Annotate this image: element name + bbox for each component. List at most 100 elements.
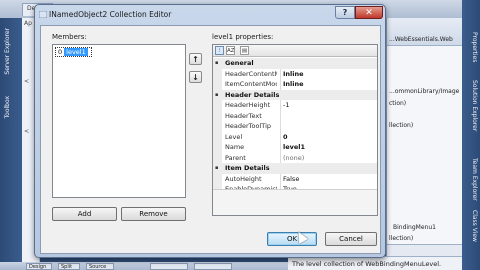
class-view-label: Class View [471,210,478,242]
property-grid[interactable]: ⁝ AZ ▤ ▪ General HeaderContentMo Inline … [212,44,378,216]
property-row[interactable]: ItemContentMode Inline [213,79,377,90]
property-row[interactable]: HeaderText [213,110,377,121]
solution-explorer-tab[interactable]: Solution Explorer [466,80,478,131]
tag-navigator-item[interactable] [194,263,232,270]
properties-tab-label: Properties [471,32,478,63]
dialog-client-area: Members: level1 properties: 0 level1 ↑ ↓… [40,25,381,254]
collapse-icon[interactable]: ▪ [215,92,218,98]
property-value[interactable]: False [283,175,299,183]
toolbox-tab[interactable]: Toolbox [4,96,18,119]
team-explorer-label: Team Explorer [471,158,478,201]
row-gutter [213,121,222,132]
property-value: ction) [389,100,407,107]
categorized-icon[interactable]: ⁝ [215,46,224,55]
split-view-button[interactable]: Split [58,263,80,270]
team-explorer-tab[interactable]: Team Explorer [466,158,478,201]
cancel-button[interactable]: Cancel [325,232,377,246]
source-view-button[interactable]: Source [86,263,114,270]
solution-explorer-label: Solution Explorer [471,80,478,132]
column-divider [280,121,281,132]
properties-label: level1 properties: [212,33,274,41]
property-name: HeaderContentMo [225,69,277,78]
alphabetical-icon[interactable]: AZ [226,46,235,55]
property-value: BindingMenu1 [393,224,436,231]
design-view-button[interactable]: Design [26,263,52,270]
list-item[interactable]: 0 level1 [55,47,92,57]
property-grid-description [213,189,377,215]
toolbox-label: Toolbox [4,96,11,119]
property-value[interactable]: (none) [283,154,304,162]
column-divider [280,173,281,184]
property-value[interactable]: Inline [283,70,304,78]
column-divider [280,142,281,153]
property-pages-icon[interactable]: ▤ [240,46,249,55]
editor-fragment: Ap [24,20,32,27]
down-arrow-icon: ↓ [192,73,199,82]
category-item-details[interactable]: ▪ Item Details [213,163,377,174]
property-name: Level [225,132,243,141]
members-label: Members: [52,33,87,41]
help-button[interactable]: ? [335,6,355,19]
property-row[interactable]: Level 0 [213,131,377,142]
category-general[interactable]: ▪ General [213,58,377,69]
row-gutter [213,152,222,163]
property-description-text: The level collection of WebBindingMenuLe… [288,256,462,270]
add-button[interactable]: Add [52,207,117,221]
member-name: level1 [64,48,88,56]
category-name: Item Details [225,164,270,172]
column-divider [280,79,281,90]
property-value[interactable]: level1 [283,143,305,151]
properties-object-name: ...WebEssentials.Web [389,36,453,43]
properties-panel: ...WebEssentials.Web ...ommonLibrary/Ima… [386,18,463,262]
property-row[interactable]: HeaderContentMo Inline [213,68,377,79]
collapse-icon[interactable]: ▪ [215,165,218,171]
member-index: 0 [58,48,63,56]
property-value[interactable]: -1 [283,101,289,109]
remove-button[interactable]: Remove [121,207,186,221]
property-value: llection) [389,235,414,242]
collapse-icon[interactable]: ▪ [215,60,218,66]
right-tool-rail: Properties Solution Explorer Team Explor… [462,0,480,270]
tag-navigator-item[interactable] [150,263,188,270]
property-grid-toolbar: ⁝ AZ ▤ [213,45,377,57]
row-gutter [213,173,222,184]
row-gutter [213,68,222,79]
move-up-button[interactable]: ↑ [189,53,202,65]
ok-button[interactable]: OK [267,232,317,246]
property-rows: ▪ General HeaderContentMo Inline ItemCon… [213,58,377,195]
property-value: llection) [389,122,414,129]
property-row[interactable]: AutoHeight False [213,173,377,184]
members-list[interactable]: 0 level1 [52,44,186,198]
property-row[interactable]: HeaderToolTip [213,121,377,132]
close-button[interactable]: ✕ [355,6,383,19]
category-name: Header Details [225,90,280,99]
property-name: Parent [225,153,246,162]
left-tool-rail: Server Explorer Toolbox [0,18,22,262]
dialog-title: INamedObject2 Collection Editor [49,10,172,19]
move-down-button[interactable]: ↓ [189,71,202,83]
row-gutter [213,100,222,111]
category-header-details[interactable]: ▪ Header Details [213,89,377,100]
server-explorer-tab[interactable]: Server Explorer [4,28,18,75]
property-row[interactable]: HeaderHeight -1 [213,100,377,111]
property-name: HeaderText [225,111,262,120]
up-arrow-icon: ↑ [192,55,199,64]
source-view-label: Source [89,264,107,270]
property-row[interactable]: Parent (none) [213,152,377,163]
row-gutter [213,131,222,142]
property-value[interactable]: Inline [283,80,304,88]
property-name: ItemContentMode [225,80,277,88]
property-row[interactable]: Name level1 [213,142,377,153]
column-divider [280,100,281,111]
class-view-tab[interactable]: Class View [466,210,478,242]
collection-editor-dialog: INamedObject2 Collection Editor ? ✕ Memb… [34,4,386,258]
property-value[interactable]: 0 [283,133,288,141]
property-name: Name [225,143,245,151]
design-view-label: Design [29,264,47,270]
row-gutter [213,110,222,121]
editor-fragment: < [24,128,30,135]
server-explorer-label: Server Explorer [4,28,11,75]
property-name: AutoHeight [225,174,262,183]
property-name: HeaderHeight [225,101,271,109]
properties-tab[interactable]: Properties [466,32,478,62]
